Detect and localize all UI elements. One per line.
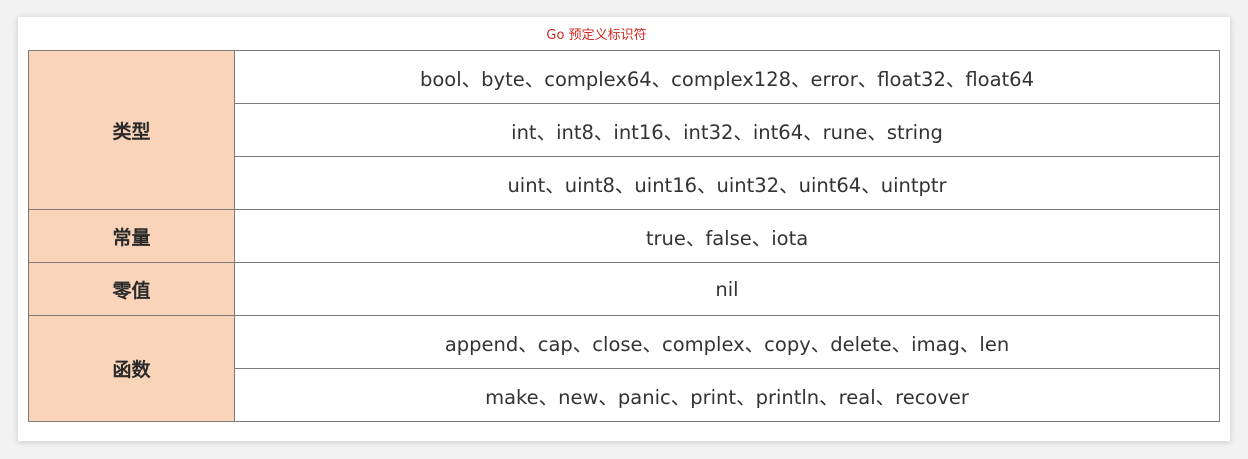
- category-cell-zero-value: 零值: [28, 262, 235, 316]
- table-row: 零值 nil: [28, 262, 1220, 316]
- value-cell: true、false、iota: [234, 209, 1220, 263]
- predeclared-identifiers-table: 类型 bool、byte、complex64、complex128、error、…: [28, 50, 1220, 422]
- table-row: 类型 bool、byte、complex64、complex128、error、…: [28, 50, 1220, 210]
- value-cell: int、int8、int16、int32、int64、rune、string: [234, 103, 1220, 157]
- category-cell-constants: 常量: [28, 209, 235, 263]
- category-cell-functions: 函数: [28, 315, 235, 422]
- value-cell: append、cap、close、complex、copy、delete、ima…: [234, 315, 1220, 369]
- table-row: 函数 append、cap、close、complex、copy、delete、…: [28, 315, 1220, 422]
- value-cell: bool、byte、complex64、complex128、error、flo…: [234, 50, 1220, 104]
- table-caption: Go 预定义标识符: [546, 28, 647, 43]
- category-cell-types: 类型: [28, 50, 235, 210]
- value-cell: uint、uint8、uint16、uint32、uint64、uintptr: [234, 156, 1220, 210]
- value-cell: nil: [234, 262, 1220, 316]
- table-row: 常量 true、false、iota: [28, 209, 1220, 263]
- value-cell: make、new、panic、print、println、real、recove…: [234, 368, 1220, 422]
- document-card: Go 预定义标识符 类型 bool、byte、complex64、complex…: [18, 17, 1230, 441]
